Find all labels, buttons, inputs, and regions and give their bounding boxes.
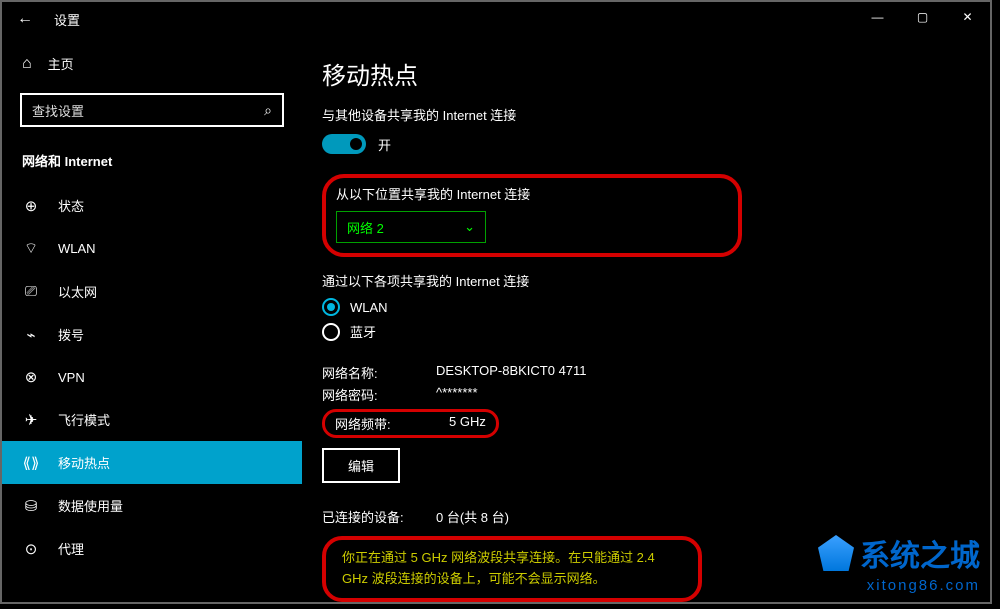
radio-icon [322, 323, 340, 341]
hotspot-toggle[interactable] [322, 134, 366, 154]
titlebar: ← 设置 — ▢ ✕ [2, 2, 990, 36]
toggle-knob [350, 138, 362, 150]
page-title: 移动热点 [322, 56, 970, 91]
radio-bluetooth[interactable]: 蓝牙 [322, 322, 970, 341]
network-name-value: DESKTOP-8BKICT0 4711 [436, 363, 587, 382]
share-from-label: 从以下位置共享我的 Internet 连接 [336, 184, 728, 203]
radio-wlan[interactable]: WLAN [322, 298, 970, 316]
share-description: 与其他设备共享我的 Internet 连接 [322, 105, 970, 124]
connected-devices-label: 已连接的设备: [322, 507, 412, 526]
sidebar-item-label: 数据使用量 [58, 496, 123, 515]
sidebar-item-wlan[interactable]: ⌔ WLAN [2, 227, 302, 270]
watermark-logo: 系统之城 xitong86.com [818, 531, 980, 594]
sidebar-item-ethernet[interactable]: ⎚ 以太网 [2, 270, 302, 313]
main-content: 移动热点 与其他设备共享我的 Internet 连接 开 从以下位置共享我的 I… [312, 46, 990, 602]
share-from-dropdown[interactable]: 网络 2 ⌄ [336, 211, 486, 243]
connected-devices-value: 0 台(共 8 台) [436, 507, 509, 526]
search-placeholder: 查找设置 [32, 101, 264, 120]
sidebar-item-label: 以太网 [58, 282, 97, 301]
proxy-icon: ⊙ [22, 540, 40, 558]
radio-icon [322, 298, 340, 316]
window-controls: — ▢ ✕ [855, 2, 990, 32]
dropdown-value: 网络 2 [347, 218, 384, 237]
annotation-highlight: 从以下位置共享我的 Internet 连接 网络 2 ⌄ [322, 174, 742, 257]
sidebar-item-label: WLAN [58, 241, 96, 256]
sidebar-category: 网络和 Internet [2, 141, 302, 184]
sidebar-item-label: 状态 [58, 196, 84, 215]
close-button[interactable]: ✕ [945, 2, 990, 32]
minimize-button[interactable]: — [855, 2, 900, 32]
search-input[interactable]: 查找设置 ⌕ [20, 93, 284, 127]
toggle-state-label: 开 [378, 135, 391, 154]
watermark-url: xitong86.com [818, 577, 980, 594]
network-password-label: 网络密码: [322, 385, 412, 404]
sidebar-item-dialup[interactable]: ⌁ 拨号 [2, 313, 302, 356]
band-warning: 你正在通过 5 GHz 网络波段共享连接。在只能通过 2.4 GHz 波段连接的… [322, 536, 702, 602]
watermark-icon [818, 535, 854, 571]
radio-label: 蓝牙 [350, 322, 376, 341]
network-band-label: 网络频带: [335, 414, 425, 433]
network-password-value: ^******* [436, 385, 478, 404]
sidebar: ⌂ 主页 查找设置 ⌕ 网络和 Internet ⊕ 状态 ⌔ WLAN ⎚ 以… [2, 36, 302, 602]
sidebar-item-proxy[interactable]: ⊙ 代理 [2, 527, 302, 570]
annotation-highlight: 网络频带: 5 GHz [322, 409, 499, 438]
back-button[interactable]: ← [10, 4, 40, 34]
network-name-label: 网络名称: [322, 363, 412, 382]
home-label: 主页 [48, 54, 74, 73]
vpn-icon: ⊗ [22, 368, 40, 386]
ethernet-icon: ⎚ [22, 283, 40, 300]
data-icon: ⛁ [22, 497, 40, 515]
sidebar-item-label: 拨号 [58, 325, 84, 344]
radio-label: WLAN [350, 300, 388, 315]
sidebar-item-label: 飞行模式 [58, 410, 110, 429]
sidebar-item-vpn[interactable]: ⊗ VPN [2, 356, 302, 398]
network-band-value: 5 GHz [449, 414, 486, 433]
edit-button[interactable]: 编辑 [322, 448, 400, 483]
sidebar-item-hotspot[interactable]: ⟪⟫ 移动热点 [2, 441, 302, 484]
sidebar-home[interactable]: ⌂ 主页 [2, 46, 302, 81]
watermark-title: 系统之城 [860, 531, 980, 575]
sidebar-item-label: VPN [58, 370, 85, 385]
wifi-icon: ⌔ [22, 239, 40, 258]
maximize-button[interactable]: ▢ [900, 2, 945, 32]
search-icon: ⌕ [264, 102, 272, 119]
sidebar-item-airplane[interactable]: ✈ 飞行模式 [2, 398, 302, 441]
share-via-label: 通过以下各项共享我的 Internet 连接 [322, 271, 970, 290]
chevron-down-icon: ⌄ [464, 219, 475, 235]
status-icon: ⊕ [22, 197, 40, 215]
dialup-icon: ⌁ [22, 326, 40, 344]
sidebar-item-data-usage[interactable]: ⛁ 数据使用量 [2, 484, 302, 527]
sidebar-item-label: 移动热点 [58, 453, 110, 472]
sidebar-item-status[interactable]: ⊕ 状态 [2, 184, 302, 227]
hotspot-icon: ⟪⟫ [22, 454, 40, 472]
window-title: 设置 [54, 10, 80, 29]
home-icon: ⌂ [22, 55, 32, 73]
sidebar-item-label: 代理 [58, 539, 84, 558]
airplane-icon: ✈ [22, 411, 40, 429]
